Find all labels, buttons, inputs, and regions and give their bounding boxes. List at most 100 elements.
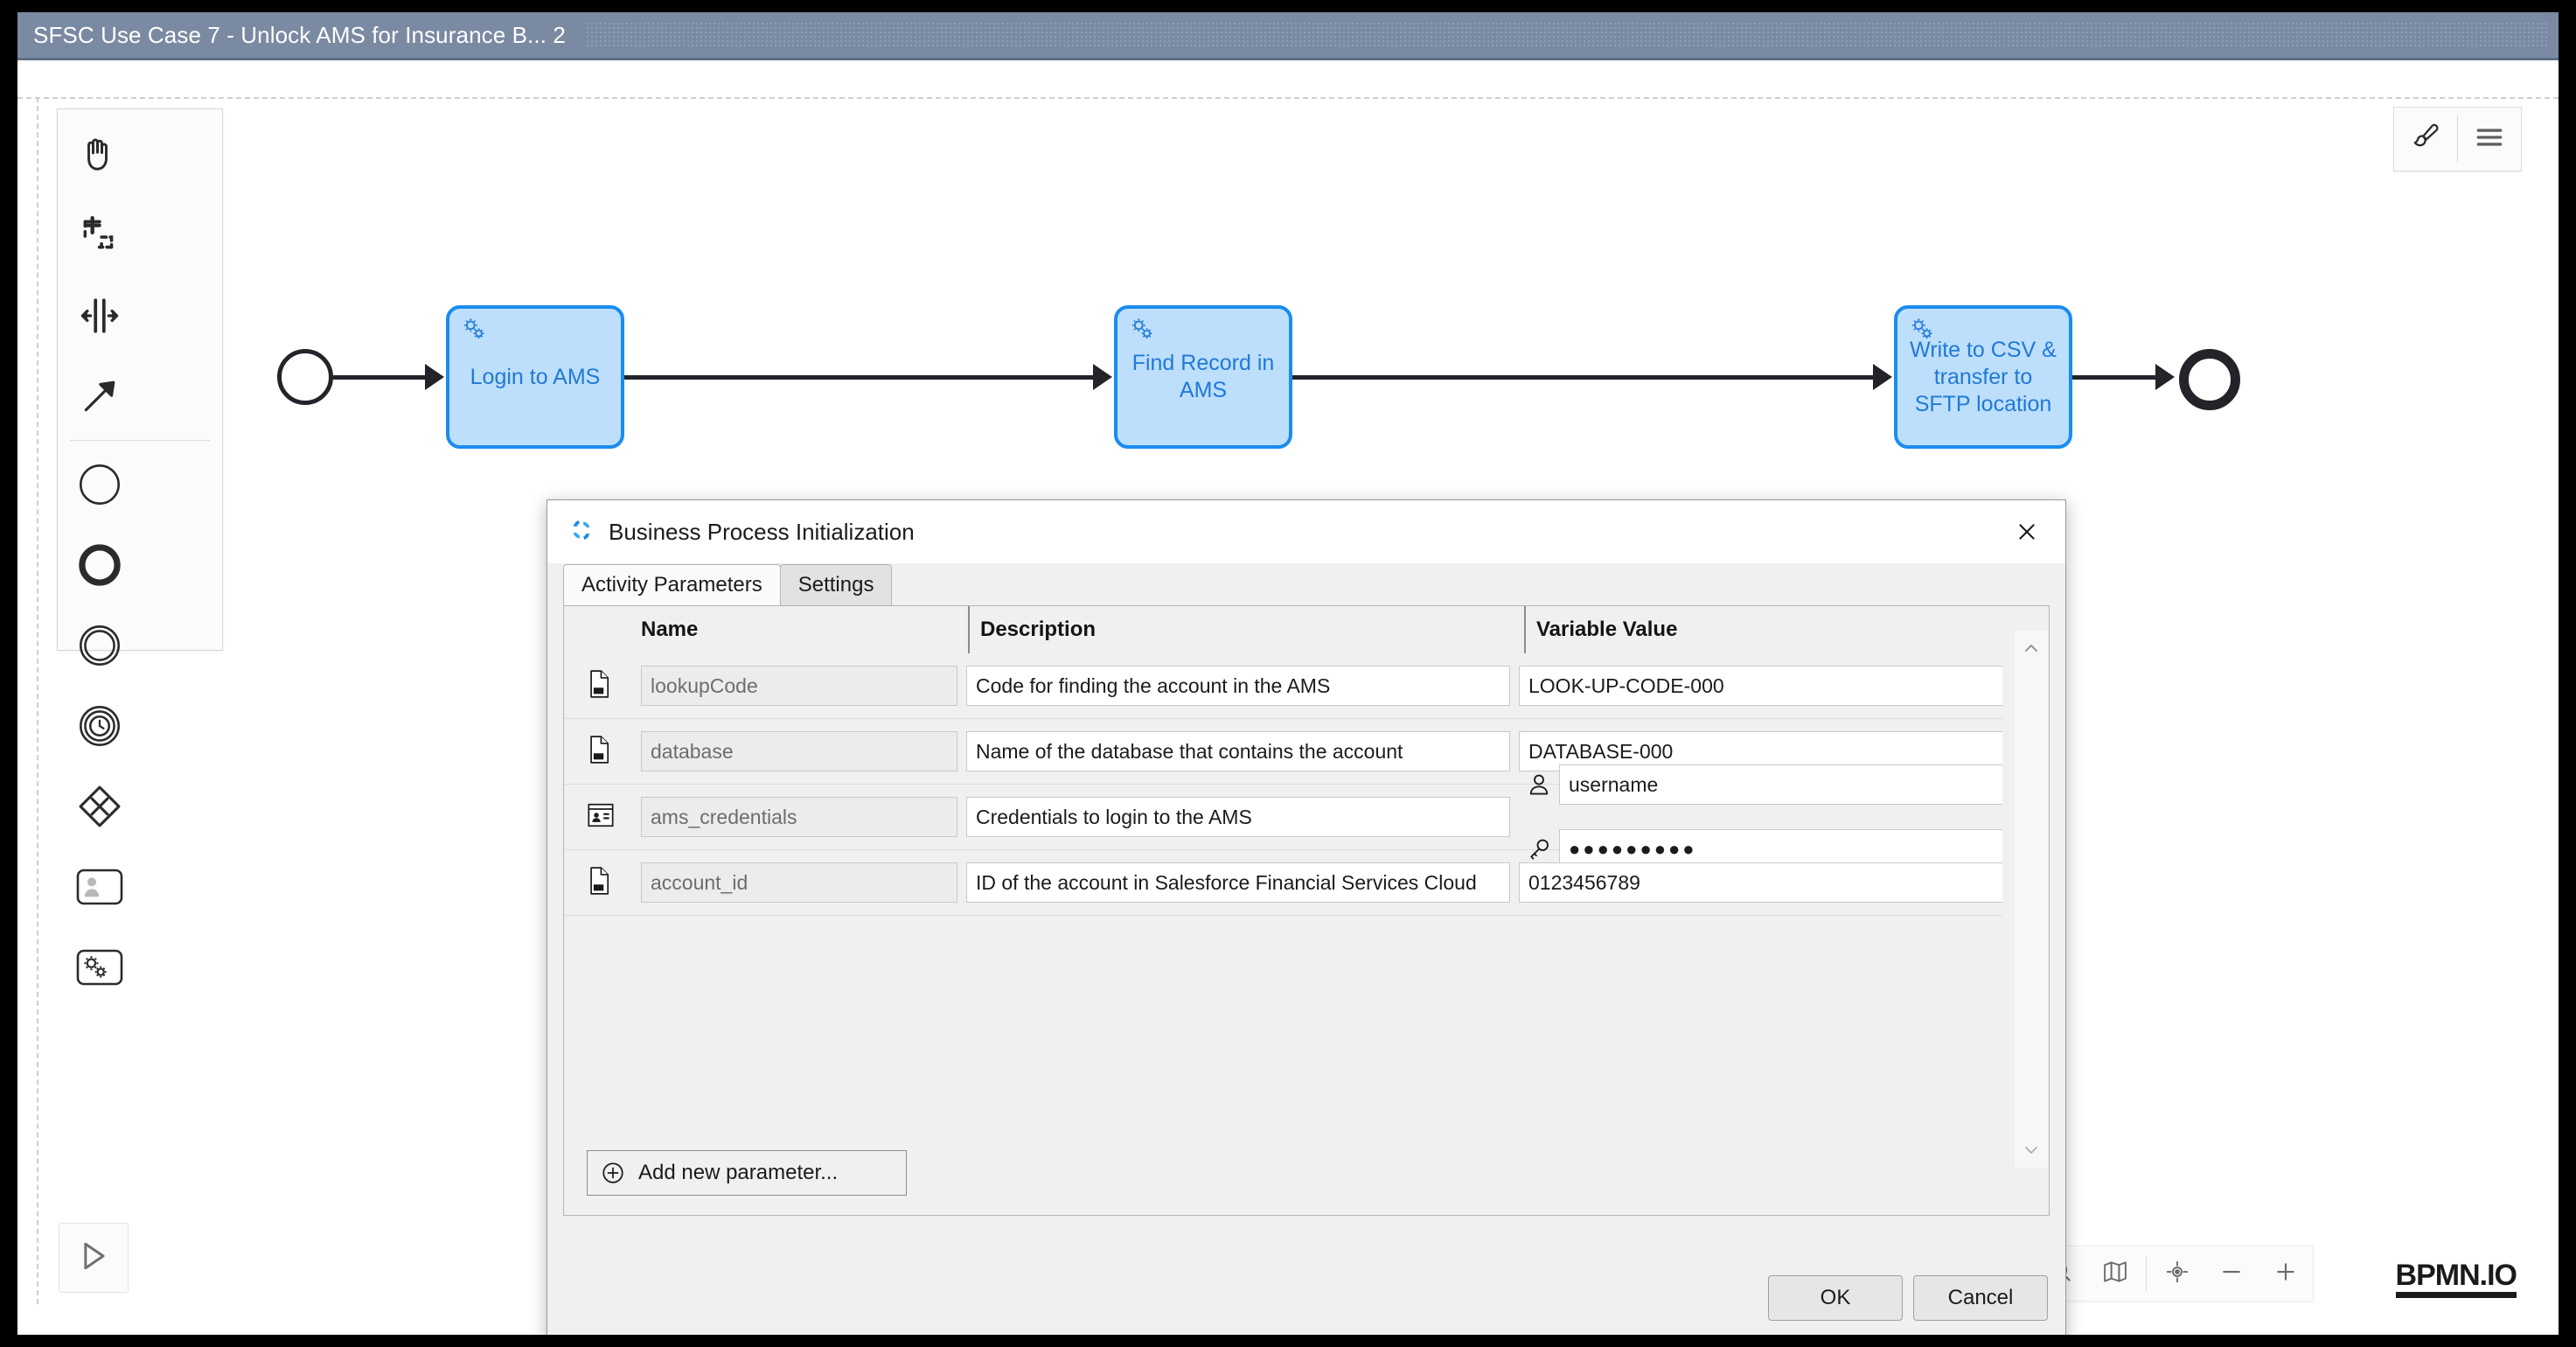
- tab-settings[interactable]: Settings: [779, 564, 893, 605]
- palette-item-space-tool[interactable]: [58, 277, 141, 358]
- username-field[interactable]: username: [1559, 764, 2002, 805]
- parameter-value-field[interactable]: LOOK-UP-CODE-000: [1519, 666, 2002, 706]
- palette-item-global-connect-tool[interactable]: [58, 358, 141, 438]
- cell-description: Credentials to login to the AMS: [966, 797, 1519, 837]
- column-header-description[interactable]: Description: [968, 606, 1524, 653]
- bpmn-palette: [57, 108, 223, 985]
- parameter-name-field[interactable]: account_id: [641, 862, 957, 903]
- task-login-to-ams[interactable]: Login to AMS: [446, 305, 624, 449]
- intermediate-event-icon: [75, 621, 124, 674]
- scroll-down-icon[interactable]: [2021, 1133, 2042, 1168]
- palette-item-hand-tool[interactable]: [58, 116, 141, 197]
- column-header-variable-value[interactable]: Variable Value: [1524, 606, 2049, 653]
- business-process-initialization-dialog: Business Process Initialization Activity…: [547, 499, 2066, 1335]
- parameter-description-field[interactable]: Code for finding the account in the AMS: [966, 666, 1510, 706]
- parameter-name-field[interactable]: ams_credentials: [641, 797, 957, 837]
- row-type-icon-cell: [587, 850, 641, 915]
- paintbrush-button[interactable]: [2394, 108, 2457, 170]
- window-title-bar: SFSC Use Case 7 - Unlock AMS for Insuran…: [17, 12, 2559, 60]
- palette-item-service-task[interactable]: [58, 929, 141, 1009]
- palette-item-user-task[interactable]: [58, 848, 141, 929]
- row-type-icon-cell: [587, 719, 641, 784]
- parameters-table-body: lookupCode Code for finding the account …: [564, 653, 2002, 1169]
- ok-button[interactable]: OK: [1768, 1275, 1903, 1321]
- dialog-title: Business Process Initialization: [609, 518, 915, 545]
- viewport-guide-vertical: [37, 97, 38, 1304]
- run-simulation-button[interactable]: [59, 1223, 129, 1293]
- palette-item-end-event[interactable]: [58, 527, 141, 607]
- end-event-icon: [75, 541, 124, 594]
- hamburger-menu-icon: [2473, 121, 2506, 158]
- table-row[interactable]: account_id ID of the account in Salesfor…: [564, 850, 2002, 916]
- task-find-record-in-ams[interactable]: Find Record in AMS: [1114, 305, 1292, 449]
- table-row[interactable]: ams_credentials Credentials to login to …: [564, 764, 2002, 869]
- plus-icon: [2273, 1259, 2299, 1289]
- bpmn-canvas[interactable]: Login to AMS Find Record in AMS Write to…: [17, 60, 2559, 1335]
- cell-name: lookupCode: [641, 666, 966, 706]
- hand-icon: [78, 133, 122, 181]
- camunda-logo-icon: [568, 517, 595, 548]
- palette-item-timer-event[interactable]: [58, 687, 141, 768]
- close-button[interactable]: [2002, 509, 2051, 555]
- service-task-gear-icon: [1126, 314, 1161, 353]
- application-window: SFSC Use Case 7 - Unlock AMS for Insuran…: [17, 12, 2559, 1335]
- paintbrush-icon: [2409, 121, 2442, 158]
- tab-activity-parameters[interactable]: Activity Parameters: [563, 564, 781, 605]
- add-new-parameter-button[interactable]: Add new parameter...: [587, 1150, 907, 1196]
- task-label: Find Record in AMS: [1131, 351, 1275, 402]
- parameter-description-field[interactable]: ID of the account in Salesforce Financia…: [966, 862, 1510, 903]
- table-scrollbar[interactable]: [2015, 631, 2048, 1168]
- activity-parameters-panel: Name Description Variable Value lookupCo…: [563, 605, 2050, 1216]
- cancel-button[interactable]: Cancel: [1913, 1275, 2048, 1321]
- username-line: username: [1519, 752, 2002, 817]
- cell-name: ams_credentials: [641, 797, 966, 837]
- zoom-in-button[interactable]: [2259, 1247, 2313, 1300]
- menu-button[interactable]: [2458, 108, 2521, 170]
- sequence-flow-2-arrow: [1093, 364, 1112, 390]
- column-header-name[interactable]: Name: [641, 606, 968, 653]
- cell-value: LOOK-UP-CODE-000: [1519, 666, 2002, 706]
- palette-item-intermediate-event[interactable]: [58, 607, 141, 687]
- sequence-flow-1[interactable]: [333, 375, 429, 380]
- user-task-icon: [75, 866, 124, 912]
- zoom-out-button[interactable]: [2204, 1247, 2259, 1300]
- parameter-value-field[interactable]: 0123456789: [1519, 862, 2002, 903]
- title-bar-drag-handle[interactable]: [586, 23, 2548, 47]
- cell-description: Name of the database that contains the a…: [966, 731, 1519, 771]
- palette-item-lasso-tool[interactable]: [58, 197, 141, 277]
- parameter-name-field[interactable]: database: [641, 731, 957, 771]
- dialog-tabs: Activity Parameters Settings: [547, 563, 2065, 605]
- palette-tools-group: [58, 116, 222, 438]
- play-icon: [74, 1237, 113, 1280]
- reset-zoom-button[interactable]: [2150, 1247, 2204, 1300]
- end-event[interactable]: [2179, 349, 2240, 410]
- plus-circle-icon: [600, 1160, 626, 1186]
- palette-item-gateway[interactable]: [58, 768, 141, 848]
- table-row[interactable]: lookupCode Code for finding the account …: [564, 653, 2002, 719]
- bpmn-io-logo: BPMN.IO: [2395, 1260, 2517, 1298]
- connect-arrow-icon: [78, 374, 122, 422]
- palette-elements-group: [58, 446, 222, 1009]
- parameter-name-field[interactable]: lookupCode: [641, 666, 957, 706]
- sequence-flow-4[interactable]: [2072, 375, 2160, 380]
- palette-item-start-event[interactable]: [58, 446, 141, 527]
- scroll-up-icon[interactable]: [2021, 631, 2042, 666]
- canvas-toolbar: [2393, 107, 2522, 171]
- lasso-icon: [78, 213, 122, 262]
- viewport-guide-horizontal: [17, 97, 2559, 99]
- service-task-icon: [75, 946, 124, 993]
- add-new-parameter-label: Add new parameter...: [638, 1161, 839, 1184]
- start-event[interactable]: [277, 349, 333, 405]
- cell-description: Code for finding the account in the AMS: [966, 666, 1519, 706]
- sequence-flow-2[interactable]: [624, 375, 1098, 380]
- parameter-description-field[interactable]: Name of the database that contains the a…: [966, 731, 1510, 771]
- cell-name: account_id: [641, 862, 966, 903]
- sequence-flow-3[interactable]: [1292, 375, 1878, 380]
- window-title: SFSC Use Case 7 - Unlock AMS for Insuran…: [33, 21, 566, 48]
- parameter-description-field[interactable]: Credentials to login to the AMS: [966, 797, 1510, 837]
- row-type-icon-cell: [587, 785, 641, 849]
- minimap-button[interactable]: [2088, 1247, 2142, 1300]
- task-write-to-csv-and-transfer-to-sftp[interactable]: Write to CSV & transfer to SFTP location: [1894, 305, 2072, 449]
- gateway-icon: [75, 782, 124, 835]
- minus-icon: [2218, 1259, 2245, 1289]
